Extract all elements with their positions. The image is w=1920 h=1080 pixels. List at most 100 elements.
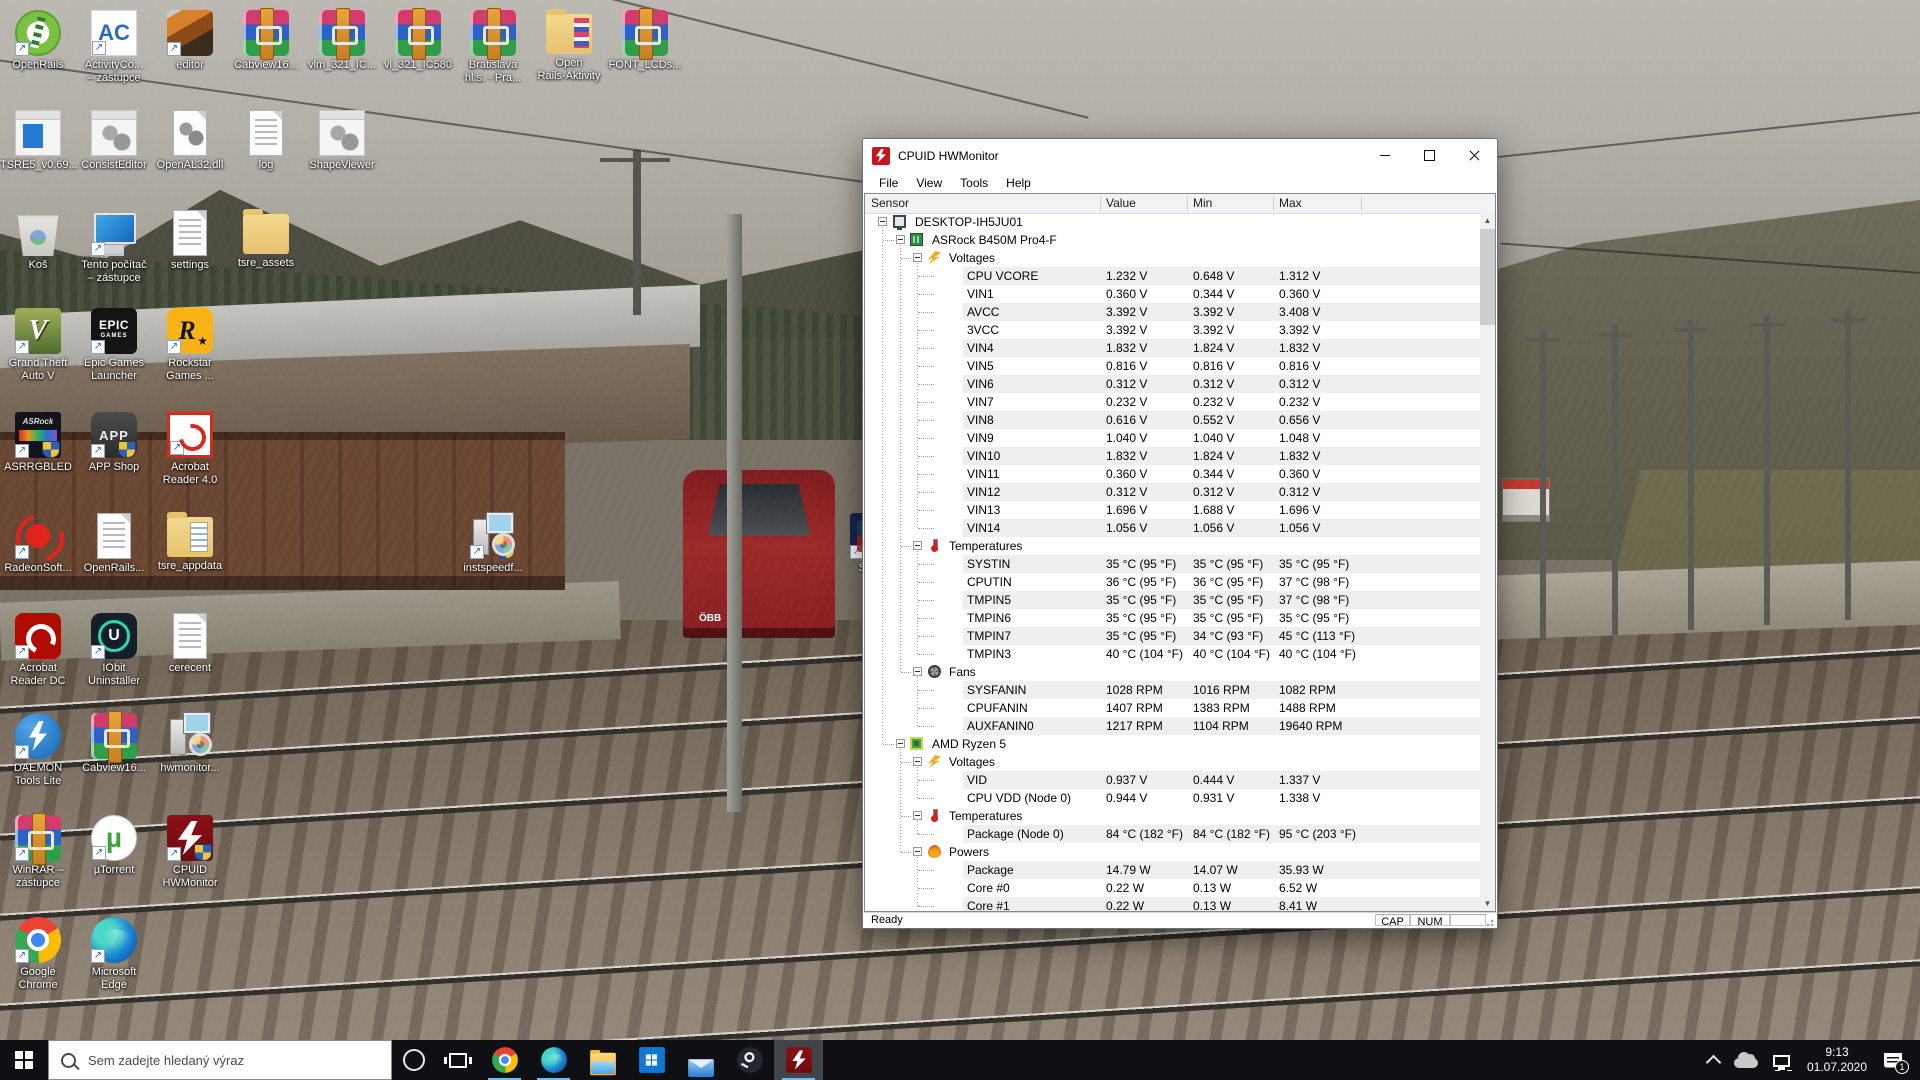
taskbar-app-hwmonitor[interactable]: [774, 1040, 823, 1080]
desktop-icon-rockstar-games[interactable]: RockstarGames ...: [152, 308, 228, 383]
tree-expand-box[interactable]: [896, 739, 905, 748]
resize-grip[interactable]: [1486, 917, 1495, 926]
desktop-icon-acrobat-reader-40[interactable]: AcrobatReader 4.0: [152, 412, 228, 487]
desktop-icon-acrobat-reader-dc[interactable]: AcrobatReader DC: [0, 613, 76, 688]
desktop-icon-winrar-zastupce[interactable]: WinRAR –zástupce: [0, 815, 76, 890]
menu-tools[interactable]: Tools: [951, 173, 997, 193]
taskbar-clock[interactable]: 9:13 01.07.2020: [1805, 1045, 1869, 1075]
sensor-row-vin14[interactable]: VIN141.056 V1.056 V1.056 V: [865, 519, 1480, 537]
menu-file[interactable]: File: [870, 173, 907, 193]
hidden-icons-chevron-icon[interactable]: [1706, 1054, 1722, 1070]
desktop-icon-tento-pocitac-zastupce[interactable]: Tento počítač– zástupce: [76, 210, 152, 285]
search-input[interactable]: [86, 1052, 391, 1069]
sensor-row-temperatures[interactable]: Temperatures: [865, 807, 1480, 825]
maximize-button[interactable]: [1407, 139, 1452, 172]
sensor-row-voltages[interactable]: Voltages: [865, 249, 1480, 267]
sensor-row-voltages[interactable]: Voltages: [865, 753, 1480, 771]
taskbar-search[interactable]: [48, 1040, 392, 1080]
sensor-row-vin1[interactable]: VIN10.360 V0.344 V0.360 V: [865, 285, 1480, 303]
desktop-icon-radeonsoft[interactable]: RadeonSoft...: [0, 513, 76, 575]
sensor-row-vin12[interactable]: VIN120.312 V0.312 V0.312 V: [865, 483, 1480, 501]
sensor-row-vin9[interactable]: VIN91.040 V1.040 V1.048 V: [865, 429, 1480, 447]
sensor-row-core-0[interactable]: Core #00.22 W0.13 W6.52 W: [865, 879, 1480, 897]
sensor-row-asrock-b450m-pro4-f[interactable]: ASRock B450M Pro4-F: [865, 231, 1480, 249]
sensor-row-avcc[interactable]: AVCC3.392 V3.392 V3.408 V: [865, 303, 1480, 321]
sensor-row-package[interactable]: Package14.79 W14.07 W35.93 W: [865, 861, 1480, 879]
column-header-value[interactable]: Value: [1106, 194, 1136, 213]
desktop-icon-vlm-321-ic[interactable]: vlm_321_IC...: [304, 10, 380, 72]
desktop-icon-openrails[interactable]: OpenRails: [0, 10, 76, 72]
sensor-row-powers[interactable]: Powers: [865, 843, 1480, 861]
cortana-button[interactable]: [392, 1040, 436, 1080]
desktop-icon-settings[interactable]: settings: [152, 210, 228, 272]
network-icon[interactable]: [1773, 1055, 1790, 1067]
scroll-up-icon[interactable]: ▲: [1480, 213, 1495, 228]
sensor-row-systin[interactable]: SYSTIN35 °C (95 °F)35 °C (95 °F)35 °C (9…: [865, 555, 1480, 573]
sensor-row-vin6[interactable]: VIN60.312 V0.312 V0.312 V: [865, 375, 1480, 393]
desktop-icon-grand-theft-auto-v[interactable]: Grand TheftAuto V: [0, 308, 76, 383]
sensor-row-vin13[interactable]: VIN131.696 V1.688 V1.696 V: [865, 501, 1480, 519]
sensor-row-package-node-0[interactable]: Package (Node 0)84 °C (182 °F)84 °C (182…: [865, 825, 1480, 843]
desktop-icon-cpuid-hwmonitor[interactable]: CPUIDHWMonitor: [152, 815, 228, 890]
taskbar-app-mail[interactable]: [676, 1040, 725, 1080]
sensor-row-auxfanin0[interactable]: AUXFANIN01217 RPM1104 RPM19640 RPM: [865, 717, 1480, 735]
desktop-icon-bratislava-hls-pra[interactable]: Bratislavahl.s. - Pra...: [455, 10, 531, 85]
column-header-min[interactable]: Min: [1193, 194, 1212, 213]
task-view-button[interactable]: [436, 1040, 480, 1080]
tree-expand-box[interactable]: [913, 667, 922, 676]
desktop-icon-editor[interactable]: editor: [152, 10, 228, 72]
sensor-row-cpu-vdd-node-0[interactable]: CPU VDD (Node 0)0.944 V0.931 V1.338 V: [865, 789, 1480, 807]
taskbar-app-chrome[interactable]: [480, 1040, 529, 1080]
desktop-icon-consisteditor[interactable]: ConsistEditor: [76, 110, 152, 172]
desktop-icon-log[interactable]: log: [228, 110, 304, 172]
tree-expand-box[interactable]: [913, 811, 922, 820]
desktop-icon-vl-321-ic580[interactable]: vl_321_IC580: [380, 10, 456, 72]
desktop-icon-iobit-uninstaller[interactable]: IObitUninstaller: [76, 613, 152, 688]
taskbar-app-store[interactable]: [627, 1040, 676, 1080]
desktop-icon-microsoft-edge[interactable]: MicrosoftEdge: [76, 917, 152, 992]
sensor-row-tmpin3[interactable]: TMPIN340 °C (104 °F)40 °C (104 °F)40 °C …: [865, 645, 1480, 663]
scrollbar-thumb[interactable]: [1480, 229, 1495, 325]
title-bar[interactable]: CPUID HWMonitor: [863, 139, 1497, 172]
sensor-row-vin7[interactable]: VIN70.232 V0.232 V0.232 V: [865, 393, 1480, 411]
desktop-icon-shapeviewer[interactable]: ShapeViewer: [304, 110, 380, 172]
desktop-icon-activityco-zastupce[interactable]: ActivityCo...– zástupce: [76, 10, 152, 85]
column-header-sensor[interactable]: Sensor: [871, 194, 909, 213]
sensor-row-vin4[interactable]: VIN41.832 V1.824 V1.832 V: [865, 339, 1480, 357]
tree-expand-box[interactable]: [913, 847, 922, 856]
tree-expand-box[interactable]: [913, 253, 922, 262]
sensor-row-vin11[interactable]: VIN110.360 V0.344 V0.360 V: [865, 465, 1480, 483]
tree-expand-box[interactable]: [878, 217, 887, 226]
desktop-icon-google-chrome[interactable]: GoogleChrome: [0, 917, 76, 992]
sensor-row-tmpin5[interactable]: TMPIN535 °C (95 °F)35 °C (95 °F)37 °C (9…: [865, 591, 1480, 609]
desktop-icon-cabview16-rar[interactable]: Cabview16...: [228, 10, 304, 72]
onedrive-icon[interactable]: [1734, 1058, 1758, 1068]
desktop-icon-cerecent[interactable]: cerecent: [152, 613, 228, 675]
desktop-icon-daemon-tools-lite[interactable]: DAEMONTools Lite: [0, 713, 76, 788]
menu-help[interactable]: Help: [997, 173, 1040, 193]
sensor-row-amd-ryzen-5[interactable]: AMD Ryzen 5: [865, 735, 1480, 753]
sensor-row-vid[interactable]: VID0.937 V0.444 V1.337 V: [865, 771, 1480, 789]
desktop-icon-cabview16-rar-2[interactable]: Cabview16...: [76, 713, 152, 775]
sensor-row-sysfanin[interactable]: SYSFANIN1028 RPM1016 RPM1082 RPM: [865, 681, 1480, 699]
sensor-row-cpufanin[interactable]: CPUFANIN1407 RPM1383 RPM1488 RPM: [865, 699, 1480, 717]
desktop-icon-asrrgbled[interactable]: ASRRGBLED: [0, 412, 76, 474]
desktop-icon-openal32-dll[interactable]: OpenAL32.dll: [152, 110, 228, 172]
minimize-button[interactable]: [1362, 139, 1407, 172]
sensor-row-vin5[interactable]: VIN50.816 V0.816 V0.816 V: [865, 357, 1480, 375]
desktop-icon-tsre5-v069[interactable]: TSRE5_v0.69...: [0, 110, 76, 172]
sensor-row-vin10[interactable]: VIN101.832 V1.824 V1.832 V: [865, 447, 1480, 465]
desktop-icon-epic-games-launcher[interactable]: Epic GamesLauncher: [76, 308, 152, 383]
desktop-icon-hwmonitor-installer[interactable]: hwmonitor...: [152, 713, 228, 775]
scroll-down-icon[interactable]: ▼: [1480, 896, 1495, 911]
sensor-row-tmpin7[interactable]: TMPIN735 °C (95 °F)34 °C (93 °F)45 °C (1…: [865, 627, 1480, 645]
desktop-icon-tsre-assets[interactable]: tsre_assets: [228, 210, 304, 270]
menu-view[interactable]: View: [907, 173, 951, 193]
desktop-icon-instspeedf[interactable]: instspeedf...: [455, 513, 531, 575]
desktop-icon-tsre-appdata[interactable]: tsre_appdata: [152, 513, 228, 573]
action-center-button[interactable]: 1: [1884, 1053, 1902, 1068]
sensor-row-cpu-vcore[interactable]: CPU VCORE1.232 V0.648 V1.312 V: [865, 267, 1480, 285]
sensor-row-fans[interactable]: Fans: [865, 663, 1480, 681]
sensor-row-core-1[interactable]: Core #10.22 W0.13 W8.41 W: [865, 897, 1480, 911]
sensor-row-cputin[interactable]: CPUTIN36 °C (95 °F)36 °C (95 °F)37 °C (9…: [865, 573, 1480, 591]
